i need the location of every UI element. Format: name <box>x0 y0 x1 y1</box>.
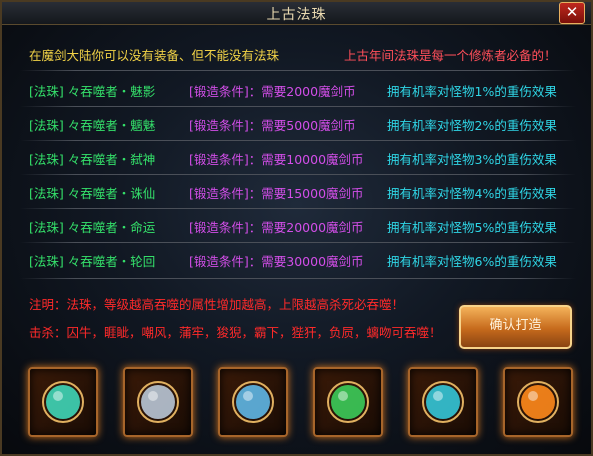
forge-condition: [锻造条件]：需要15000魔剑币 <box>189 186 364 201</box>
divider <box>20 208 576 209</box>
recipe-row[interactable]: [法珠] 々吞噬者・轮回 [锻造条件]：需要30000魔剑币 拥有机率对怪物6%… <box>2 244 591 274</box>
forge-condition: [锻造条件]：需要20000魔剑币 <box>189 220 364 235</box>
divider <box>20 140 576 141</box>
orb-name: [法珠] 々吞噬者・命运 <box>29 220 156 235</box>
orb-effect: 拥有机率对怪物6%的重伤效果 <box>387 254 557 269</box>
orb-name: [法珠] 々吞噬者・魅影 <box>29 84 156 99</box>
cyan-orb-icon <box>422 381 464 423</box>
forge-condition: [锻造条件]：需要30000魔剑币 <box>189 254 364 269</box>
forge-condition: [锻造条件]：需要5000魔剑币 <box>189 118 356 133</box>
intro-left-text: 在魔剑大陆你可以没有装备、但不能没有法珠 <box>29 48 280 63</box>
orb-slot[interactable] <box>218 367 288 437</box>
orb-name: [法珠] 々吞噬者・魑魅 <box>29 118 156 133</box>
teal-orb-icon <box>42 381 84 423</box>
orb-effect: 拥有机率对怪物5%的重伤效果 <box>387 220 557 235</box>
orb-effect: 拥有机率对怪物1%的重伤效果 <box>387 84 557 99</box>
divider <box>20 106 576 107</box>
forge-window: 上古法珠 ✕ 在魔剑大陆你可以没有装备、但不能没有法珠 上古年间法珠是每一个修炼… <box>0 0 593 456</box>
recipe-row[interactable]: [法珠] 々吞噬者・魑魅 [锻造条件]：需要5000魔剑币 拥有机率对怪物2%的… <box>2 108 591 138</box>
orb-slot[interactable] <box>313 367 383 437</box>
divider <box>20 278 576 279</box>
orb-slot[interactable] <box>408 367 478 437</box>
divider <box>20 70 576 71</box>
confirm-forge-button[interactable]: 确认打造 <box>459 305 572 349</box>
orb-slot[interactable] <box>28 367 98 437</box>
blue-orb-icon <box>232 381 274 423</box>
note-line: 注明：法珠，等级越高吞噬的属性增加越高，上限越高杀死必吞噬！ <box>29 294 404 313</box>
divider <box>20 174 576 175</box>
orb-name: [法珠] 々吞噬者・轮回 <box>29 254 156 269</box>
orb-effect: 拥有机率对怪物3%的重伤效果 <box>387 152 557 167</box>
title-bar[interactable]: 上古法珠 ✕ <box>2 2 591 25</box>
note-text: 法珠，等级越高吞噬的属性增加越高，上限越高杀死必吞噬！ <box>66 297 405 312</box>
divider <box>20 242 576 243</box>
green-orb-icon <box>327 381 369 423</box>
silver-orb-icon <box>137 381 179 423</box>
kill-label: 击杀： <box>29 325 67 340</box>
intro-right-text: 上古年间法珠是每一个修炼者必备的！ <box>344 48 557 63</box>
window-title: 上古法珠 <box>266 7 327 23</box>
forge-condition: [锻造条件]：需要2000魔剑币 <box>189 84 356 99</box>
orb-name: [法珠] 々吞噬者・弑神 <box>29 152 156 167</box>
kill-line: 击杀：囚牛，睚眦，嘲风，蒲牢，狻猊，霸下，狴犴，负屃，螭吻可吞噬！ <box>29 322 442 341</box>
note-label: 注明： <box>29 297 67 312</box>
orb-name: [法珠] 々吞噬者・诛仙 <box>29 186 156 201</box>
kill-text: 囚牛，睚眦，嘲风，蒲牢，狻猊，霸下，狴犴，负屃，螭吻可吞噬！ <box>66 325 442 340</box>
orb-effect: 拥有机率对怪物4%的重伤效果 <box>387 186 557 201</box>
recipe-row[interactable]: [法珠] 々吞噬者・命运 [锻造条件]：需要20000魔剑币 拥有机率对怪物5%… <box>2 210 591 240</box>
orb-slot[interactable] <box>123 367 193 437</box>
orb-effect: 拥有机率对怪物2%的重伤效果 <box>387 118 557 133</box>
close-button[interactable]: ✕ <box>559 2 585 24</box>
orange-orb-icon <box>517 381 559 423</box>
recipe-row[interactable]: [法珠] 々吞噬者・弑神 [锻造条件]：需要10000魔剑币 拥有机率对怪物3%… <box>2 142 591 172</box>
forge-condition: [锻造条件]：需要10000魔剑币 <box>189 152 364 167</box>
orb-slot[interactable] <box>503 367 573 437</box>
recipe-row[interactable]: [法珠] 々吞噬者・诛仙 [锻造条件]：需要15000魔剑币 拥有机率对怪物4%… <box>2 176 591 206</box>
recipe-row[interactable]: [法珠] 々吞噬者・魅影 [锻造条件]：需要2000魔剑币 拥有机率对怪物1%的… <box>2 74 591 104</box>
